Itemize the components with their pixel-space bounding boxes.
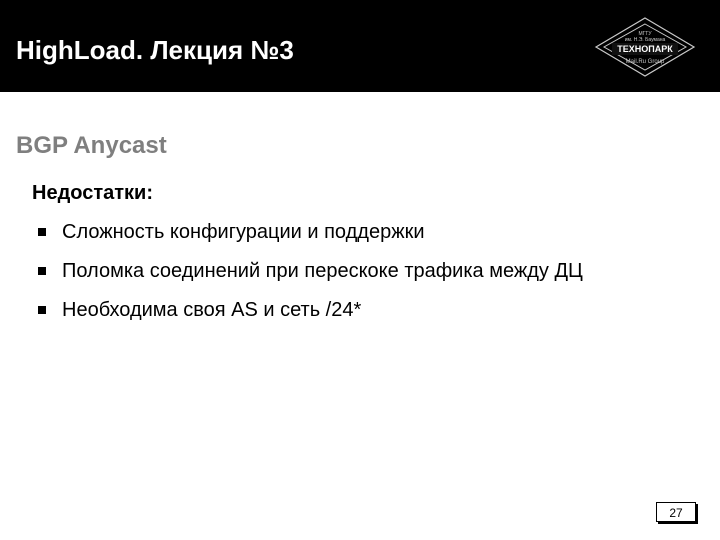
list-item: Необходима своя AS и сеть /24* <box>38 299 720 322</box>
slide-header: HighLoad. Лекция №3 МГТУ им. Н.Э. Бауман… <box>0 0 720 92</box>
list-item: Сложность конфигурации и поддержки <box>38 221 720 244</box>
subhead: Недостатки: <box>32 182 720 205</box>
technopark-logo: МГТУ им. Н.Э. Баумана ТЕХНОПАРК Mail.Ru … <box>590 14 700 85</box>
bullet-list: Сложность конфигурации и поддержки Полом… <box>38 221 720 322</box>
logo-line1: ТЕХНОПАРК <box>617 44 673 54</box>
page-number: 27 <box>656 502 696 522</box>
header-title: HighLoad. Лекция №3 <box>16 35 294 66</box>
list-item: Поломка соединений при перескоке трафика… <box>38 260 720 283</box>
slide: HighLoad. Лекция №3 МГТУ им. Н.Э. Бауман… <box>0 0 720 540</box>
logo-line2: Mail.Ru Group <box>626 59 665 65</box>
section-title: BGP Anycast <box>16 132 720 160</box>
svg-text:им. Н.Э. Баумана: им. Н.Э. Баумана <box>625 37 666 43</box>
logo-icon: МГТУ им. Н.Э. Баумана ТЕХНОПАРК Mail.Ru … <box>590 14 700 80</box>
